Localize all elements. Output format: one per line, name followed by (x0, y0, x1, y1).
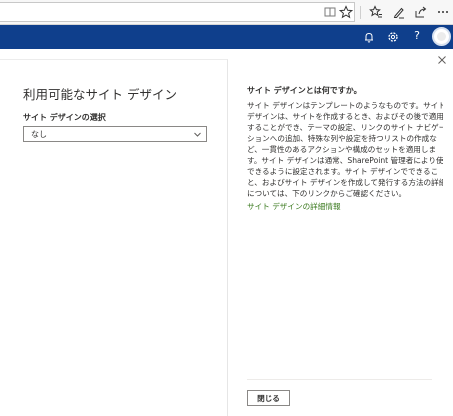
chevron-down-icon (193, 130, 202, 139)
description-line: については、下のリンクからご確認ください。 (247, 189, 407, 198)
pen-notes-icon[interactable] (392, 5, 406, 19)
description-line: サイト デザインはテンプレートのようなものです。サイト (247, 101, 443, 110)
close-button[interactable]: 閉じる (247, 390, 290, 406)
browser-toolbar (0, 0, 453, 25)
description-line: デザインは、サイトを作成するとき、およびその後で適用 (247, 112, 443, 121)
settings-gear-icon[interactable] (386, 30, 400, 44)
toolbar-divider (360, 6, 361, 19)
learn-more-link[interactable]: サイト デザインの詳細情報 (247, 201, 341, 212)
description-line: ションへの追加、特殊な列や設定を持つリストの作成な (247, 134, 437, 143)
address-bar[interactable] (0, 2, 355, 22)
favorite-star-icon[interactable] (339, 5, 353, 19)
share-icon[interactable] (414, 5, 428, 19)
help-question-icon[interactable]: ? (410, 29, 424, 43)
close-icon[interactable] (437, 55, 447, 65)
site-design-dropdown[interactable]: なし (23, 126, 207, 142)
description-line: す。サイト デザインは通常、SharePoint 管理者により使用 (247, 156, 443, 165)
more-options-icon[interactable] (436, 5, 450, 19)
site-design-select-label: サイト デザインの選択 (23, 113, 106, 122)
info-title: サイト デザインとは何ですか。 (247, 86, 362, 95)
notification-bell-icon[interactable] (362, 30, 376, 44)
description-line: することができ、テーマの設定、リンクのサイト ナビゲー (247, 123, 443, 132)
reading-view-icon[interactable] (323, 5, 337, 19)
description-line: できるように設定されます。サイト デザインでできるこ (247, 167, 439, 176)
user-avatar[interactable] (432, 27, 451, 46)
favorites-list-icon[interactable] (369, 5, 383, 19)
suite-bar: ? (0, 25, 453, 49)
info-description: サイト デザインはテンプレートのようなものです。サイト デザインは、サイトを作成… (247, 100, 443, 199)
info-panel: サイト デザインとは何ですか。 サイト デザインはテンプレートのようなものです。… (228, 49, 453, 416)
description-line: ど、一貫性のあるアクションや構成のセットを適用しま (247, 145, 437, 154)
footer-divider (247, 379, 432, 380)
site-design-panel: 利用可能なサイト デザイン サイト デザインの選択 なし (0, 59, 228, 416)
panel-title: 利用可能なサイト デザイン (23, 87, 177, 102)
avatar-photo (437, 32, 446, 41)
description-line: と、およびサイト デザインを作成して発行する方法の詳細 (247, 178, 443, 187)
dropdown-selected-value: なし (31, 130, 47, 139)
